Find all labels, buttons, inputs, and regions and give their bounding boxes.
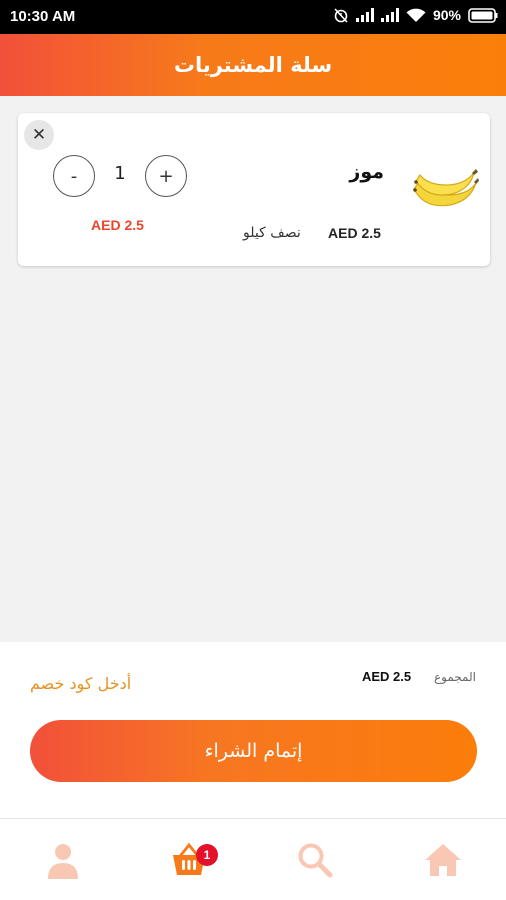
bottom-nav: 1 [0, 818, 506, 900]
signal-icon [380, 8, 399, 22]
banana-image [410, 161, 480, 211]
quantity-value: 1 [114, 163, 126, 184]
checkout-button-label: إتمام الشراء [204, 740, 303, 762]
wifi-icon [406, 8, 426, 23]
checkout-button[interactable]: إتمام الشراء [30, 720, 477, 782]
minus-icon: - [70, 165, 78, 187]
remove-item-button[interactable]: ✕ [24, 120, 54, 150]
plus-icon: + [158, 165, 174, 187]
status-bar: 10:30 AM 90% [0, 0, 506, 34]
home-icon [424, 842, 462, 878]
cart-count-badge: 1 [196, 844, 218, 866]
item-total-price: AED 2.5 [91, 217, 144, 233]
total-value: AED 2.5 [362, 669, 412, 684]
status-time: 10:30 AM [10, 8, 76, 25]
quantity-decrease-button[interactable]: - [53, 155, 95, 197]
cart-item-card: ✕ - 1 + AED 2.5 موز نصف كيلو AED 2.5 [18, 113, 490, 266]
checkout-panel: المجموع AED 2.5 أدخل كود خصم إتمام الشرا… [0, 642, 506, 818]
status-icons: 90% [333, 7, 498, 23]
enter-coupon-link[interactable]: أدخل كود خصم [30, 674, 131, 693]
total-label: المجموع [434, 670, 476, 684]
item-name: موز [349, 161, 384, 183]
battery-icon [468, 7, 498, 23]
close-icon: ✕ [31, 125, 47, 145]
item-unit-price: AED 2.5 [328, 225, 381, 241]
nav-profile[interactable] [0, 819, 126, 900]
alarm-off-icon [333, 7, 349, 23]
battery-percent: 90% [432, 7, 461, 23]
app-header: سلة المشتريات [0, 34, 506, 96]
page-title: سلة المشتريات [173, 53, 333, 77]
profile-icon [46, 841, 80, 879]
search-icon [297, 842, 333, 878]
item-unit: نصف كيلو [243, 225, 301, 241]
signal-icon [355, 8, 374, 22]
quantity-increase-button[interactable]: + [145, 155, 187, 197]
nav-search[interactable] [252, 819, 378, 900]
nav-cart[interactable]: 1 [126, 819, 252, 900]
nav-home[interactable] [380, 819, 506, 900]
